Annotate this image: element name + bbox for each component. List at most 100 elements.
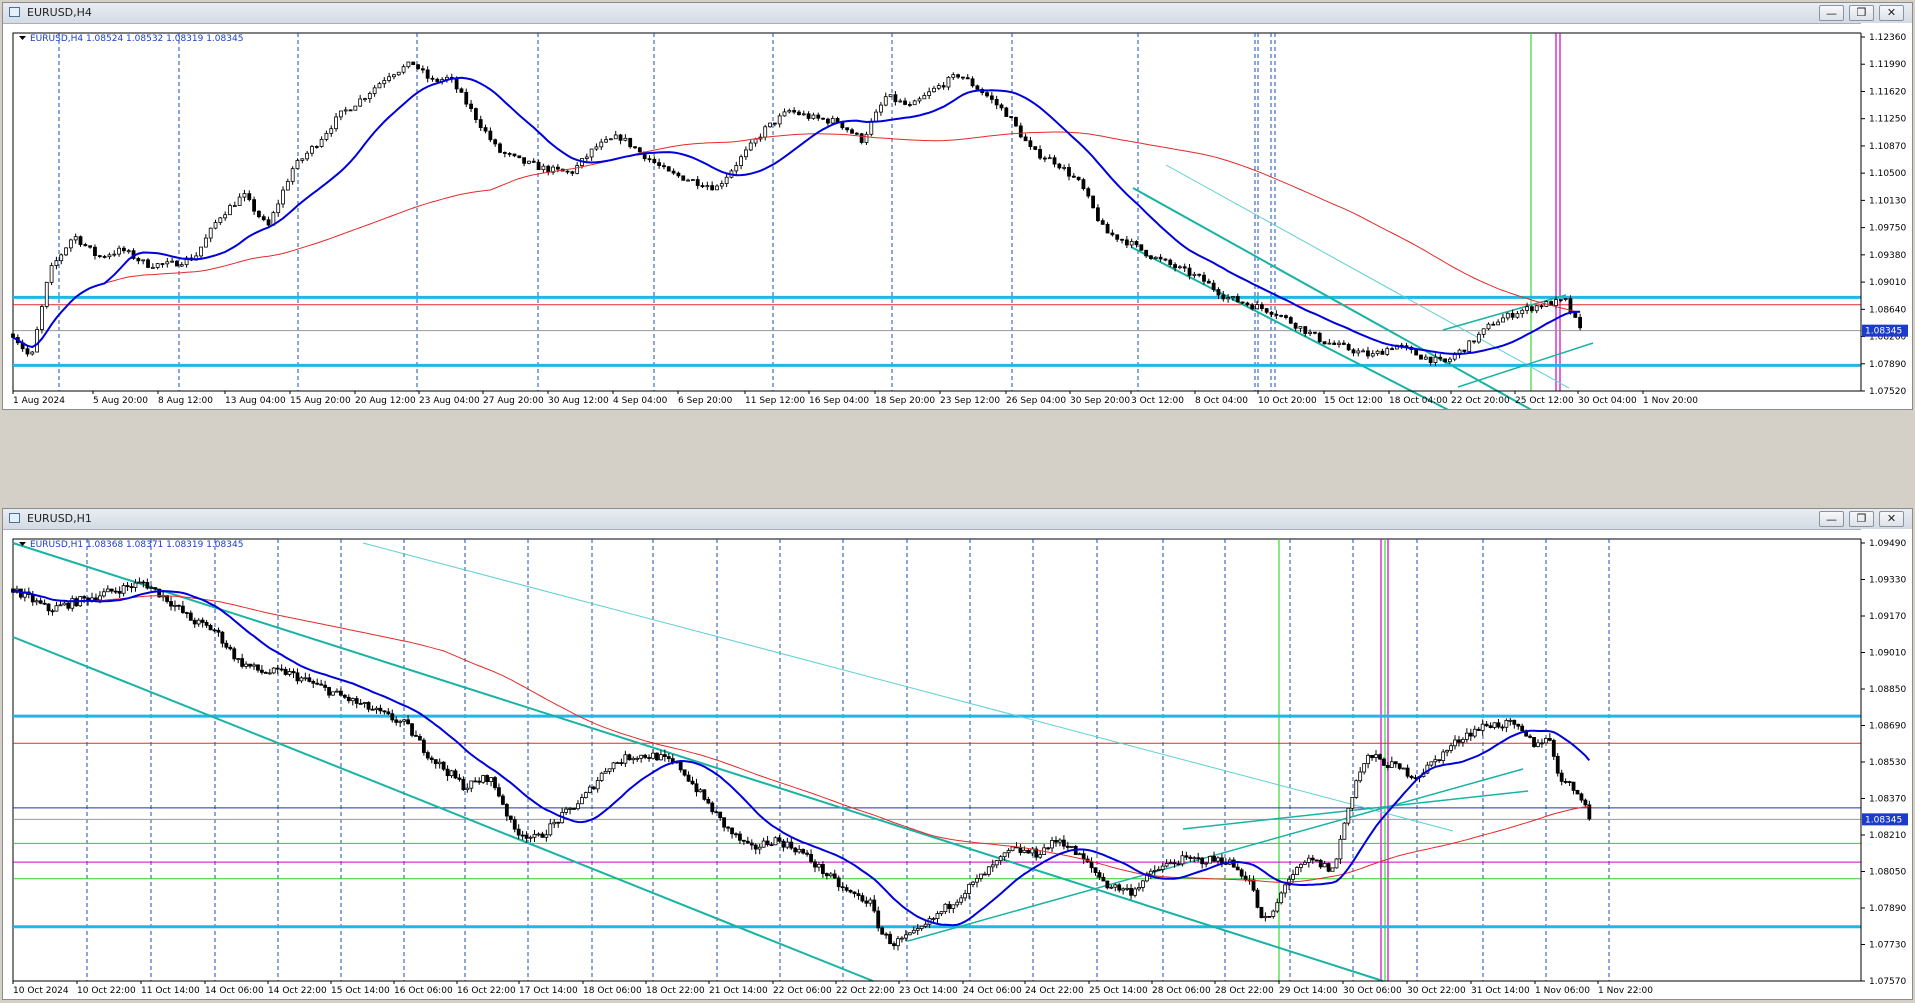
candle (852, 891, 857, 898)
minimize-button[interactable]: — (1819, 511, 1844, 527)
candle-body (951, 904, 956, 909)
candle-body (410, 723, 414, 736)
candle-body (848, 889, 853, 893)
candle (1508, 717, 1513, 726)
candle-body (698, 789, 703, 793)
candle (1302, 860, 1307, 865)
candle (816, 112, 821, 121)
candle (832, 869, 837, 879)
candle-body (350, 698, 355, 702)
price-chart-h1[interactable]: 1.09490 1.09330 1.09170 1.09010 1.08850 1.086… (3, 529, 1912, 999)
candle-body (975, 85, 980, 90)
candle (1551, 738, 1556, 760)
candle (224, 640, 229, 650)
candle-body (1481, 328, 1486, 335)
candle (113, 587, 118, 595)
restore-button[interactable]: ❐ (1849, 511, 1874, 527)
candle-body (287, 671, 292, 675)
candle (1220, 853, 1224, 868)
candle-body (627, 754, 632, 761)
y-tick-label: 1.11250 (1869, 115, 1906, 125)
candle-body (864, 900, 869, 904)
x-tick-label: 25 Oct 14:00 (1089, 986, 1148, 996)
candle-body (860, 895, 865, 902)
candle-body (1317, 332, 1322, 343)
candle (570, 170, 575, 176)
candle-body (342, 694, 347, 698)
candle (83, 242, 88, 247)
candle-body (387, 76, 392, 81)
candle-body (801, 113, 806, 116)
candle (261, 214, 266, 222)
candle-body (1139, 244, 1144, 251)
candle (420, 65, 425, 74)
y-tick-label: 1.08640 (1869, 305, 1906, 315)
candle (1559, 769, 1564, 786)
candle-body (927, 91, 932, 96)
window-titlebar-h4[interactable]: EURUSD,H4 — ❐ ✕ (3, 3, 1912, 24)
candle (165, 257, 170, 268)
candle-body (299, 677, 304, 682)
candle-body (1563, 298, 1568, 300)
close-button[interactable]: ✕ (1879, 511, 1904, 527)
candle (1356, 348, 1361, 357)
candle-body (591, 786, 596, 790)
candle (459, 87, 464, 93)
candle (35, 326, 40, 353)
y-tick-label: 1.07570 (1869, 977, 1906, 987)
candle-body (1216, 289, 1221, 296)
candle-body (1397, 763, 1402, 769)
candle (155, 262, 160, 270)
x-tick-label: 23 Oct 14:00 (899, 986, 958, 996)
candle (719, 180, 724, 190)
chart-svg-h1[interactable]: 1.09490 1.09330 1.09170 1.09010 1.08850 1.086… (3, 529, 1912, 999)
chart-svg-h4[interactable]: 1.12360 1.11990 1.11620 1.11250 1.10870 1.105… (3, 23, 1912, 420)
candle-body (64, 247, 68, 256)
candle (1293, 322, 1298, 331)
candle-body (512, 153, 517, 157)
candle (109, 588, 114, 594)
candle-body (757, 846, 762, 850)
candle (652, 156, 657, 165)
candle (335, 688, 339, 693)
candle-body (1437, 759, 1442, 762)
candle-body (719, 183, 724, 187)
candle-body (1306, 857, 1311, 863)
candle (327, 686, 331, 699)
candle (710, 181, 715, 191)
candle-body (1540, 742, 1544, 745)
candle-body (1226, 297, 1231, 300)
candle-body (303, 677, 308, 680)
candle-body (1496, 321, 1501, 326)
close-button[interactable]: ✕ (1879, 5, 1904, 21)
candle-body (430, 77, 435, 80)
price-chart-h4[interactable]: 1.12360 1.11990 1.11620 1.11250 1.10870 1.105… (3, 23, 1912, 420)
restore-button[interactable]: ❐ (1849, 5, 1874, 21)
candle (382, 710, 387, 715)
channel-trendline (12, 636, 874, 982)
candle (1057, 162, 1062, 170)
minimize-button[interactable]: — (1819, 5, 1844, 21)
candle-body (1125, 887, 1130, 890)
candle (179, 262, 184, 268)
x-tick-label: 15 Oct 14:00 (331, 986, 390, 996)
chart-window-h1[interactable]: EURUSD,H1 — ❐ ✕ 1.09490 1.09330 1.09170 1.0… (2, 508, 1913, 1000)
candle-body (1414, 349, 1419, 356)
candle (319, 679, 324, 686)
candle-body (1284, 315, 1288, 318)
candle-body (907, 932, 912, 936)
candle (1200, 857, 1205, 869)
y-tick-label: 1.08050 (1869, 868, 1906, 878)
chart-window-h4[interactable]: EURUSD,H4 — ❐ ✕ 1.12360 1.11990 1.11620 1.1… (2, 2, 1913, 420)
candle (922, 92, 927, 100)
candle-body (985, 92, 989, 97)
candle-body (777, 837, 782, 842)
candle-body (35, 329, 40, 353)
window-titlebar-h1[interactable]: EURUSD,H1 — ❐ ✕ (3, 509, 1912, 530)
candle-body (394, 719, 399, 723)
candle (690, 179, 695, 181)
candle (1361, 348, 1366, 353)
candle-body (224, 642, 229, 648)
candle-body (1351, 349, 1356, 354)
candle (931, 917, 936, 923)
